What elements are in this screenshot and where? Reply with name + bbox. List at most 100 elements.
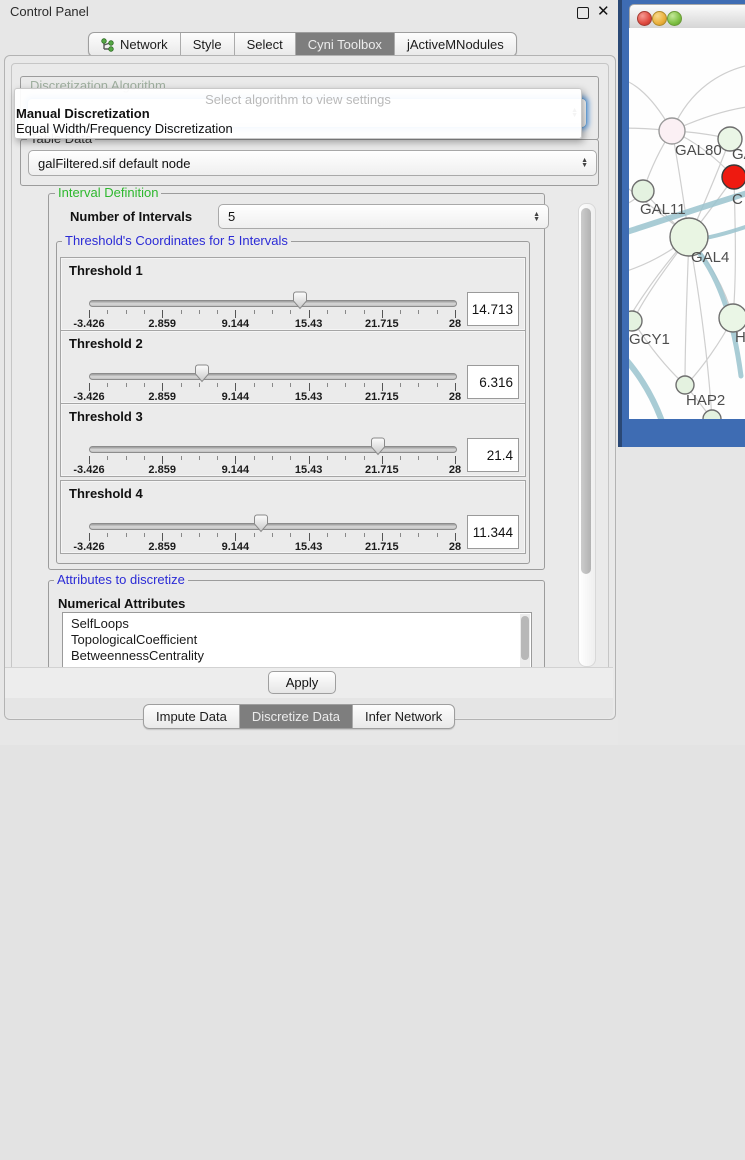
network-window-titlebar[interactable] [629,4,745,30]
tick-label: 2.859 [137,391,187,403]
tab-discretize-data-label: Discretize Data [252,709,340,724]
tick-mark [364,383,365,387]
thresholds-group-title: Threshold's Coordinates for 5 Intervals [62,234,291,248]
tick-mark [455,456,456,464]
main-scrollbar[interactable] [578,203,596,667]
threshold-value-field[interactable]: 11.344 [467,515,519,549]
tick-mark [217,383,218,387]
tick-mark [144,533,145,537]
tick-label: 15.43 [284,541,334,553]
threshold-label: Threshold 4 [69,486,143,501]
scrollbar-thumb[interactable] [581,208,591,574]
tab-cyni-toolbox[interactable]: Cyni Toolbox [296,33,395,56]
tick-mark [235,310,236,318]
float-window-icon[interactable] [577,7,589,19]
tick-label: 2.859 [137,318,187,330]
threshold-label: Threshold 1 [69,263,143,278]
tick-mark [272,310,273,314]
threshold-label: Threshold 2 [69,336,143,351]
interval-definition-title: Interval Definition [55,186,161,200]
tick-mark [272,383,273,387]
network-node-gal11[interactable] [632,180,654,202]
tick-label: 2.859 [137,464,187,476]
network-node-gcy1[interactable] [629,311,642,331]
tick-label: 15.43 [284,318,334,330]
attributes-scrollbar[interactable] [520,614,530,668]
network-node-gal80[interactable] [659,118,685,144]
tick-mark [181,456,182,460]
tick-mark [382,456,383,464]
threshold-3-row: Threshold 3-3.4262.8599.14415.4321.71528… [60,403,526,477]
tab-network-label: Network [120,37,168,52]
slider-track[interactable] [89,446,457,453]
tick-mark [418,383,419,387]
tick-mark [235,383,236,391]
tick-mark [254,533,255,537]
tick-mark [199,533,200,537]
network-canvas[interactable]: GAL80 GA C GAL11 GAL4 GCY1 H HAP2 [629,28,745,419]
tick-mark [107,310,108,314]
tab-impute-data[interactable]: Impute Data [144,705,240,728]
tick-label: 21.715 [357,391,407,403]
tick-mark [437,310,438,314]
list-item-selfloops[interactable]: SelfLoops [63,613,531,632]
tick-mark [400,310,401,314]
tick-label: 15.43 [284,464,334,476]
apply-button[interactable]: Apply [268,671,336,694]
tick-mark [235,533,236,541]
tab-select[interactable]: Select [235,33,296,56]
tick-label: 9.144 [210,318,260,330]
tick-mark [290,310,291,314]
tab-infer-network-label: Infer Network [365,709,442,724]
popup-item-equal-width-frequency[interactable]: Equal Width/Frequency Discretization [16,121,576,136]
tick-mark [400,456,401,460]
slider-thumb[interactable] [253,514,269,533]
tab-impute-data-label: Impute Data [156,709,227,724]
tick-mark [418,310,419,314]
list-item-betweennesscentrality[interactable]: BetweennessCentrality [63,648,531,664]
node-label-partial: H [735,329,745,346]
slider-thumb[interactable] [194,364,210,383]
network-node-red[interactable] [722,165,745,189]
network-node[interactable] [719,304,745,332]
slider-track[interactable] [89,300,457,307]
tick-mark [437,383,438,387]
tab-discretize-data[interactable]: Discretize Data [240,705,353,728]
threshold-value-field[interactable]: 14.713 [467,292,519,326]
tick-mark [309,310,310,318]
close-traffic-light[interactable] [637,11,652,26]
close-icon[interactable]: ✕ [597,2,610,20]
slider-track[interactable] [89,373,457,380]
threshold-value-field[interactable]: 21.4 [467,438,519,472]
node-label-gal4: GAL4 [691,249,729,266]
tab-select-label: Select [247,37,283,52]
tick-mark [126,310,127,314]
tick-mark [364,533,365,537]
tick-mark [199,456,200,460]
node-label-partial: C [732,191,743,208]
tab-style[interactable]: Style [181,33,235,56]
table-data-combobox[interactable]: galFiltered.sif default node ▲▼ [28,150,597,176]
list-item-topologicalcoefficient[interactable]: TopologicalCoefficient [63,632,531,648]
slider-thumb[interactable] [370,437,386,456]
minimize-traffic-light[interactable] [652,11,667,26]
slider-thumb[interactable] [292,291,308,310]
algorithm-popup: Select algorithm to view settings Manual… [14,88,582,139]
tab-infer-network[interactable]: Infer Network [353,705,454,728]
slider-track[interactable] [89,523,457,530]
network-window-frame-edge [618,0,622,447]
tab-jactivemnodules[interactable]: jActiveMNodules [395,33,516,56]
bottom-tab-strip: Impute Data Discretize Data Infer Networ… [143,704,455,729]
tick-mark [144,383,145,387]
threshold-value-field[interactable]: 6.316 [467,365,519,399]
tick-label: 9.144 [210,464,260,476]
tab-network[interactable]: Network [89,33,181,56]
scrollbar-thumb[interactable] [521,616,529,660]
tick-label: 21.715 [357,318,407,330]
number-of-intervals-combobox[interactable]: 5 ▲▼ [218,204,549,229]
tick-mark [382,310,383,318]
zoom-traffic-light[interactable] [667,11,682,26]
popup-item-manual-discretization[interactable]: Manual Discretization [16,106,576,121]
node-label-gcy1: GCY1 [629,331,670,348]
tick-mark [126,383,127,387]
